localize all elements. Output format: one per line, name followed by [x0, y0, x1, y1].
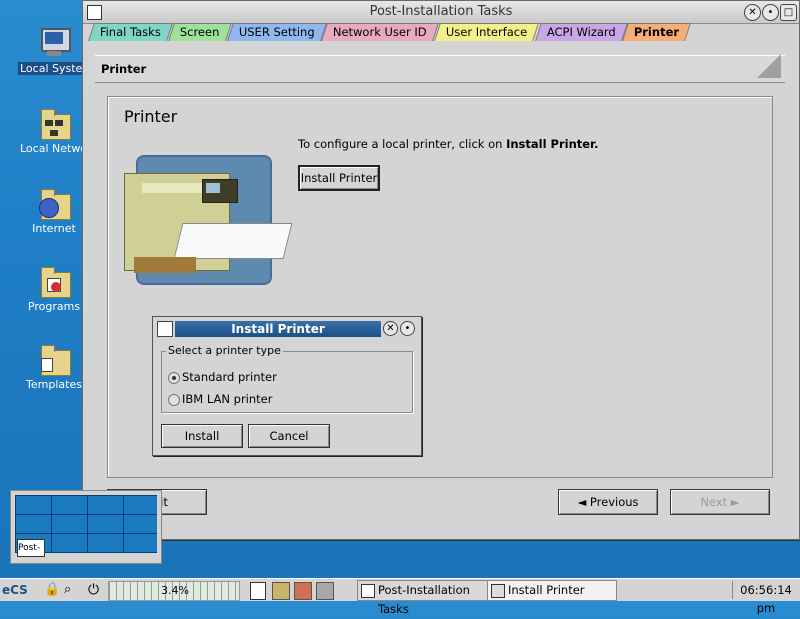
- panel-heading: Printer: [124, 107, 178, 126]
- cpu-load-value: 3.4%: [161, 584, 189, 597]
- tab-screen[interactable]: Screen: [168, 23, 232, 41]
- ibm-lan-printer-label[interactable]: IBM LAN printer: [182, 392, 272, 406]
- close-icon[interactable]: ✕: [744, 4, 761, 21]
- dialog-menu-icon[interactable]: [157, 321, 173, 337]
- minimize-icon[interactable]: •: [762, 4, 779, 21]
- desktop-icon-templates[interactable]: Templates: [18, 342, 90, 391]
- desktop-icon-programs[interactable]: Programs: [18, 264, 90, 313]
- search-icon[interactable]: ⌕: [64, 582, 80, 598]
- taskbar-item-install-printer[interactable]: Install Printer: [487, 580, 617, 601]
- tab-user-interface[interactable]: User Interface: [434, 23, 540, 41]
- install-printer-button[interactable]: Install Printer: [298, 165, 380, 191]
- dialog-close-icon[interactable]: ✕: [383, 321, 398, 336]
- workspace-pager[interactable]: Post-: [10, 490, 162, 564]
- printer-type-group: Select a printer type Standard printer I…: [161, 344, 413, 413]
- toolbar-app-icon-2[interactable]: [294, 582, 312, 600]
- pager-window-thumb[interactable]: Post-: [17, 539, 45, 557]
- printer-window-icon: [491, 584, 505, 598]
- printer-illustration-icon: [124, 155, 293, 285]
- next-button[interactable]: Next ►: [670, 489, 770, 515]
- ecs-menu-icon[interactable]: eCS: [2, 581, 38, 599]
- toolbar-app-icon-3[interactable]: [316, 582, 334, 600]
- toolbar-app-icon[interactable]: [272, 582, 290, 600]
- dialog-minimize-icon[interactable]: •: [400, 321, 415, 336]
- desktop-icon-local-network[interactable]: Local Network: [18, 106, 98, 155]
- power-icon[interactable]: ⏻: [88, 582, 104, 598]
- taskbar: eCS 🔒 ⌕ ⏻ 3.4% Post-Installation Tasks I…: [0, 578, 800, 616]
- ibm-lan-printer-radio[interactable]: [168, 394, 180, 406]
- desktop-icon-label: Internet: [32, 222, 76, 235]
- dialog-install-button[interactable]: Install: [161, 424, 243, 448]
- desktop-icon-label: Templates: [26, 378, 82, 391]
- tab-acpi-wizard[interactable]: ACPI Wizard: [534, 23, 628, 41]
- standard-printer-label[interactable]: Standard printer: [182, 370, 277, 384]
- tab-network-user-id[interactable]: Network User ID: [321, 23, 440, 41]
- dialog-title[interactable]: Install Printer: [175, 321, 381, 337]
- section-header: Printer: [95, 54, 785, 83]
- clock: 06:56:14 pm: [732, 581, 799, 615]
- maximize-icon[interactable]: □: [780, 4, 797, 21]
- previous-button[interactable]: ◄ Previous: [558, 489, 658, 515]
- taskbar-item-post-installation[interactable]: Post-Installation Tasks: [357, 580, 489, 616]
- lock-icon[interactable]: 🔒: [44, 582, 60, 598]
- tab-final-tasks[interactable]: Final Tasks: [88, 23, 173, 41]
- monitor-icon: [37, 26, 71, 60]
- globe-folder-icon: [37, 186, 71, 220]
- desktop-icon-label: Programs: [27, 300, 81, 313]
- page-corner-icon: [757, 54, 781, 78]
- window-title: Post-Installation Tasks: [369, 4, 513, 19]
- desktop-icon-local-system[interactable]: Local System: [18, 26, 96, 75]
- dialog-cancel-button[interactable]: Cancel: [248, 424, 330, 448]
- tab-printer[interactable]: Printer: [622, 23, 692, 41]
- window-icon: [361, 584, 375, 598]
- programs-folder-icon: [37, 264, 71, 298]
- standard-printer-radio[interactable]: [168, 372, 180, 384]
- instruction-text: To configure a local printer, click on I…: [298, 137, 599, 151]
- window-list-icon[interactable]: [250, 582, 266, 600]
- section-header-title: Printer: [101, 62, 147, 76]
- window-titlebar[interactable]: Post-Installation Tasks ✕ • □: [83, 1, 799, 24]
- post-installation-window: Post-Installation Tasks ✕ • □ Final Task…: [82, 0, 800, 540]
- group-label: Select a printer type: [166, 344, 283, 357]
- install-printer-dialog: Install Printer ✕ • Select a printer typ…: [152, 316, 422, 456]
- network-folder-icon: [37, 106, 71, 140]
- tab-user-setting[interactable]: USER Setting: [226, 23, 327, 41]
- cpu-meter: 3.4%: [108, 581, 240, 601]
- desktop-icon-internet[interactable]: Internet: [18, 186, 90, 235]
- tab-bar: Final Tasks Screen USER Setting Network …: [88, 23, 692, 43]
- templates-folder-icon: [37, 342, 71, 376]
